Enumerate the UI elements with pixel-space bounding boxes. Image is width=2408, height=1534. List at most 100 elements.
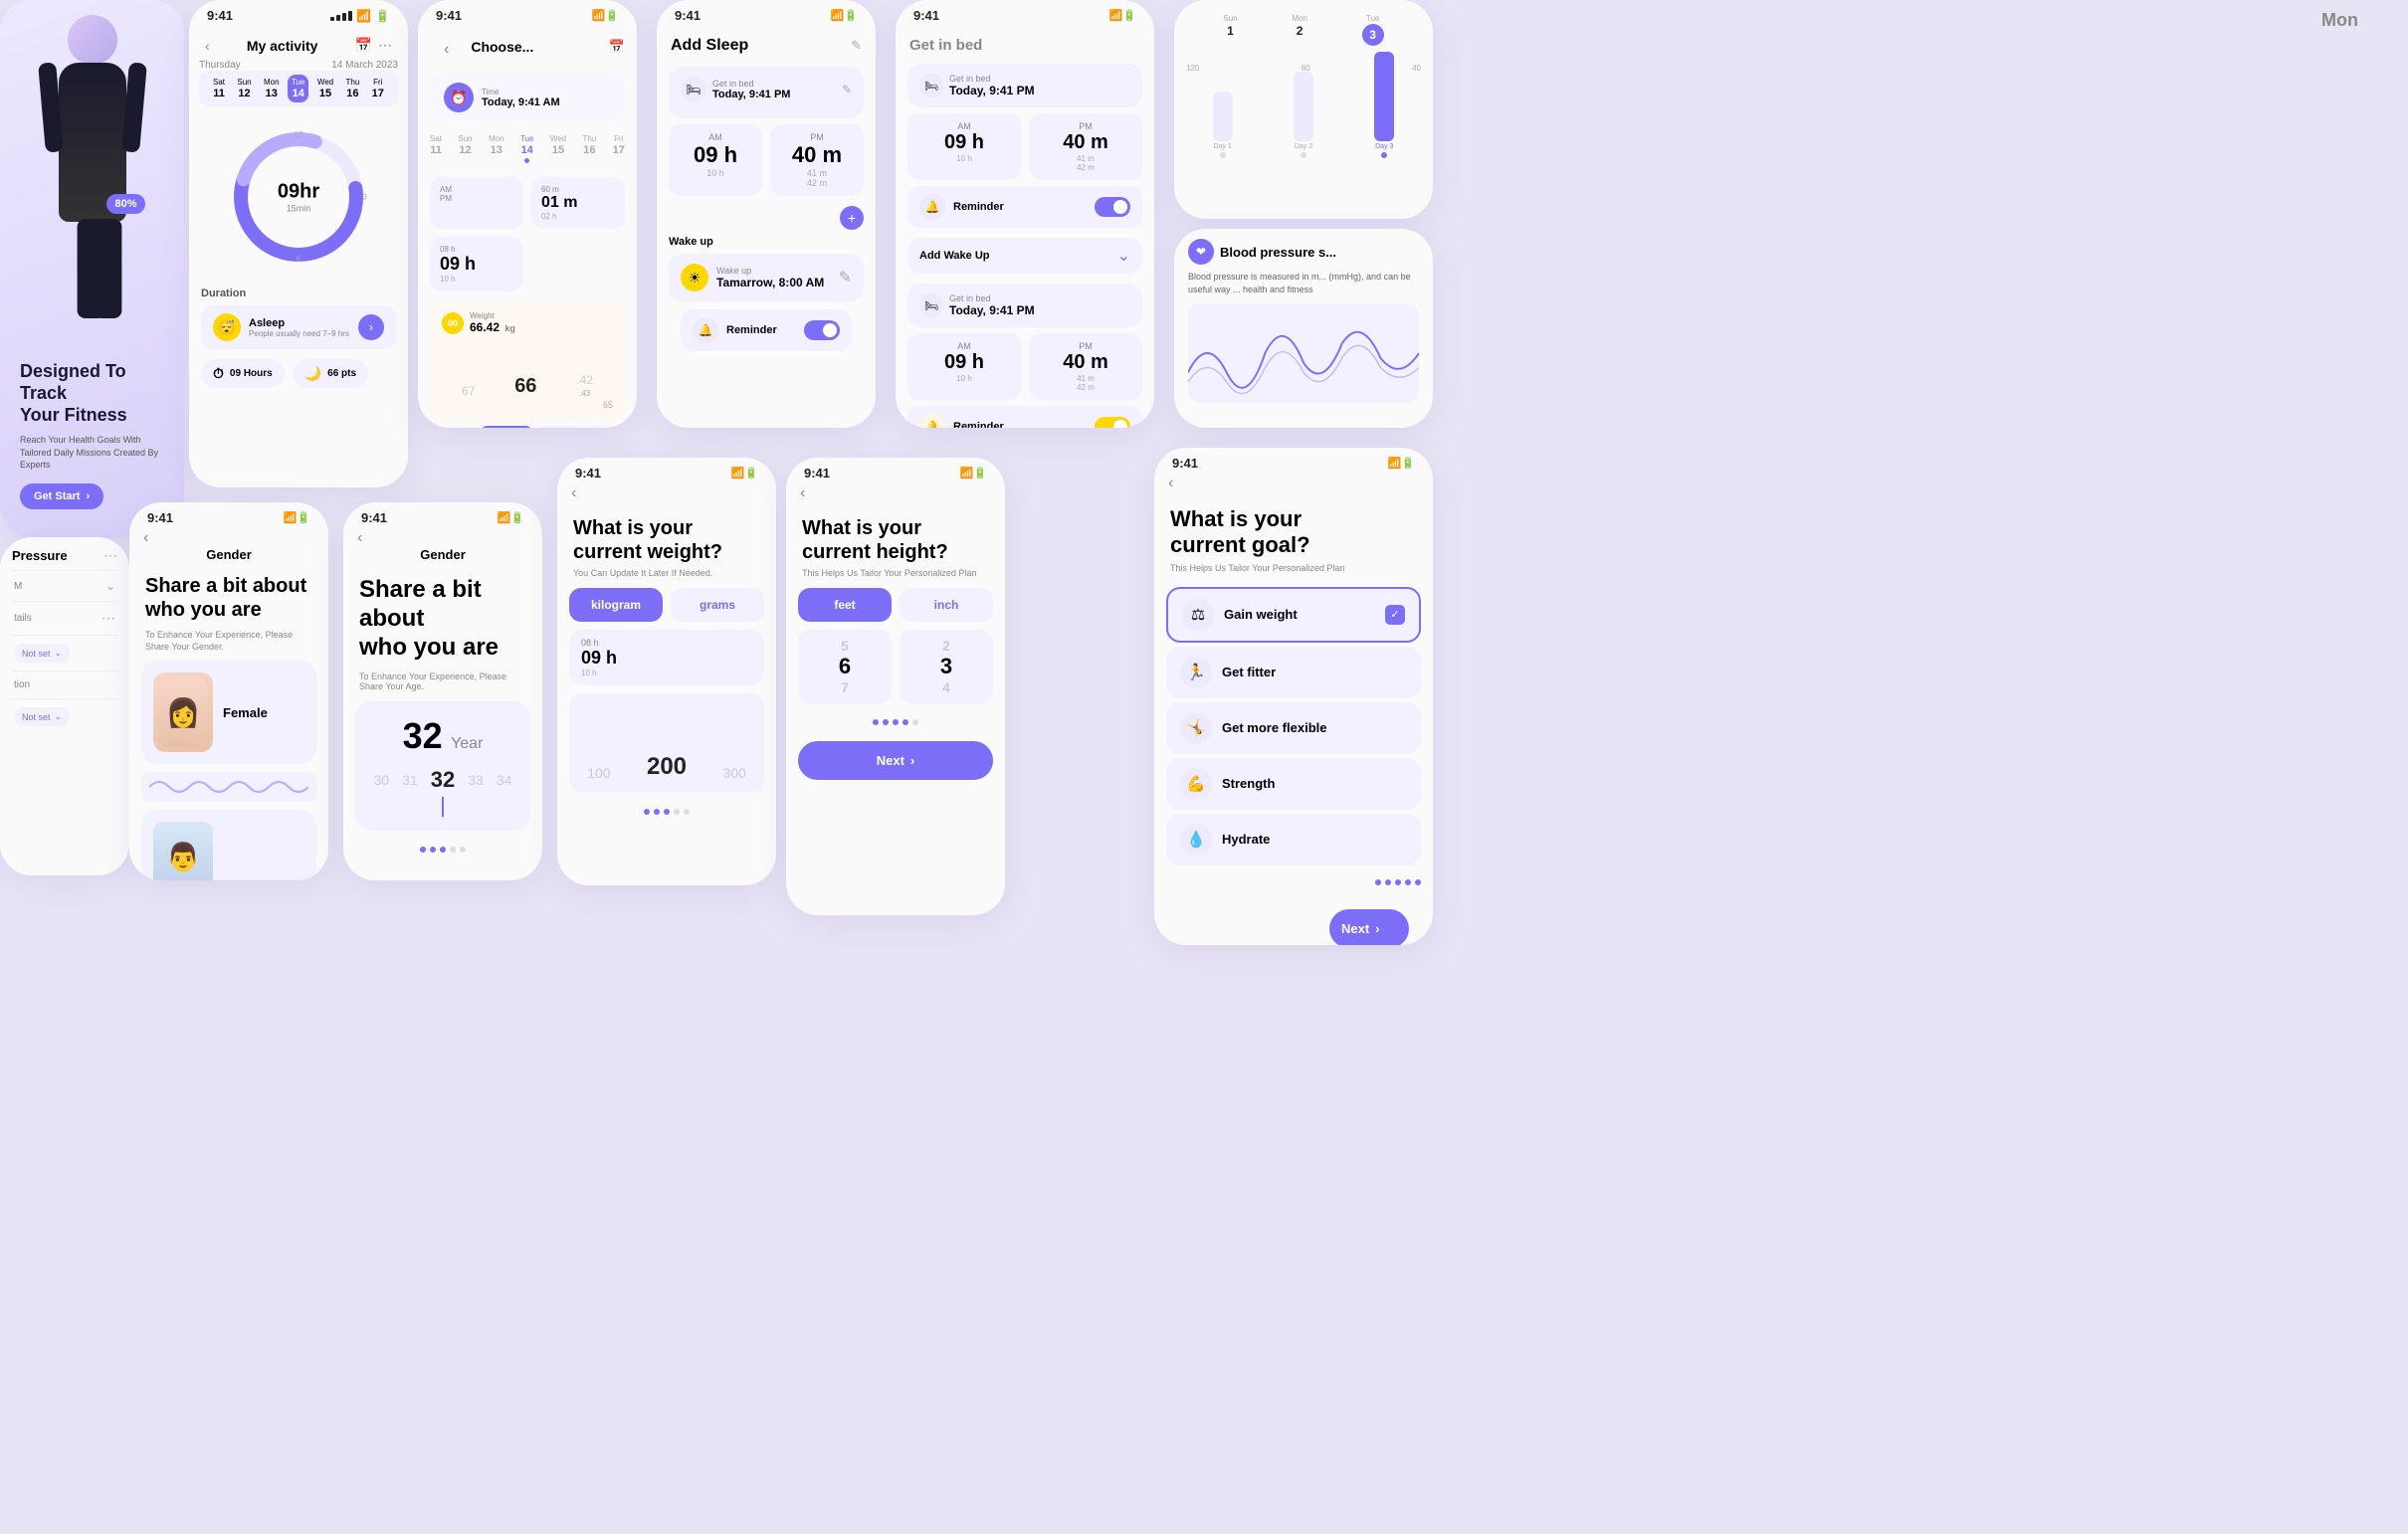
ds-sat[interactable]: Sat11: [430, 134, 442, 163]
edit-icon-4[interactable]: ✎: [851, 38, 862, 54]
grams-button[interactable]: grams: [671, 588, 764, 622]
age-dots: [343, 841, 542, 859]
status-bar-10: 9:41 📶🔋: [557, 458, 776, 484]
bp-body: Blood pressure is measured in m... (mmHg…: [1174, 271, 1433, 403]
wsa-200-active[interactable]: 200: [647, 753, 687, 783]
reminder-toggle-5b[interactable]: [1095, 417, 1130, 428]
male-card[interactable]: 👨: [141, 810, 316, 880]
pressure-menu[interactable]: ⋯: [103, 547, 117, 564]
rem-bed-icon: 🛏: [919, 74, 943, 97]
stone-btn[interactable]: stone: [587, 426, 625, 428]
rem-bed-icon-2: 🛏: [919, 293, 943, 317]
asleep-arrow-button[interactable]: ›: [358, 314, 384, 340]
back-button-12[interactable]: ‹: [1154, 465, 1187, 495]
weight-section: 00 Weight 66.42 kg 67 66 .42.43 65: [430, 303, 625, 420]
plus-button-4[interactable]: +: [840, 206, 864, 230]
ds-mon[interactable]: Mon13: [489, 134, 504, 163]
calendar-icon[interactable]: 📅: [355, 37, 372, 54]
day-thu[interactable]: Thu16: [342, 75, 364, 102]
day-sat[interactable]: Sat11: [209, 75, 229, 102]
wd-tue-active[interactable]: Tue3: [1362, 14, 1384, 46]
bed-edit-icon[interactable]: ✎: [842, 83, 852, 96]
week-day-row[interactable]: Sun1 Mon2 Tue3: [1188, 10, 1419, 50]
status-bar-5: 9:41 📶🔋: [896, 0, 1154, 27]
weight-scroll-area[interactable]: 100 200 300: [569, 693, 764, 793]
day-mon[interactable]: Mon13: [260, 75, 284, 102]
sleep-time-card: 9:41 📶🔋 ‹ Choose... 📅 ⏰ Time Today, 9:41…: [418, 0, 637, 428]
inch-button[interactable]: inch: [900, 588, 993, 622]
calendar-icon-3[interactable]: 📅: [609, 39, 625, 55]
age-30[interactable]: 30: [374, 772, 390, 788]
wp-67[interactable]: 67: [462, 384, 475, 398]
goals-next-button[interactable]: Next ›: [1329, 909, 1409, 945]
rem-time-grid-2: AM 09 h 10 h PM 40 m 41 m 42 m: [896, 333, 1154, 400]
day-wed[interactable]: Wed15: [313, 75, 337, 102]
reminder-toggle-4[interactable]: [804, 320, 840, 340]
not-set-btn-2[interactable]: Not set ⌄: [14, 707, 70, 726]
pressure-card: Pressure ⋯ M ⌄ tails ⋯ Not set ⌄ tion No…: [0, 537, 129, 875]
wsa-nums-row[interactable]: 100 200 300: [569, 703, 764, 783]
day-tue-active[interactable]: Tue14: [288, 75, 309, 102]
age-34[interactable]: 34: [497, 772, 512, 788]
wd-mon[interactable]: Mon2: [1292, 14, 1307, 46]
ds-wed[interactable]: Wed15: [550, 134, 566, 163]
chevron-am[interactable]: ⌄: [105, 579, 115, 593]
goal-flexible[interactable]: 🤸 Get more flexible: [1166, 702, 1421, 754]
ds-sun[interactable]: Sun12: [458, 134, 472, 163]
chevron-down-add-wake[interactable]: ⌄: [1117, 246, 1130, 266]
height-scroll-row[interactable]: 5 6 7 2 3 4: [786, 630, 1005, 703]
age-picker-area[interactable]: 32 Year 30 31 32 33 34: [355, 701, 530, 831]
wp-66-active[interactable]: 66: [514, 375, 536, 398]
weight-picker[interactable]: 67 66 .42.43: [442, 338, 613, 398]
hsr-feet[interactable]: 5 6 7: [798, 630, 892, 703]
age-32-active[interactable]: 32: [431, 767, 455, 793]
weight-units-row[interactable]: kilograms pounds stone: [430, 426, 625, 428]
age-33[interactable]: 33: [468, 772, 484, 788]
wsa-300[interactable]: 300: [722, 765, 745, 783]
female-card[interactable]: 👩 Female: [141, 661, 316, 764]
goal-strength[interactable]: 💪 Strength: [1166, 758, 1421, 810]
day-fri[interactable]: Fri17: [368, 75, 388, 102]
activity-title: My activity: [247, 38, 318, 54]
next-button-11[interactable]: Next ›: [798, 741, 993, 780]
back-button-10[interactable]: ‹: [557, 475, 590, 505]
duration-section: Duration 😴 Asleep People usually need 7–…: [189, 288, 408, 349]
age-31[interactable]: 31: [402, 772, 418, 788]
moon-icon: 🌙: [304, 365, 321, 382]
wd-sun[interactable]: Sun1: [1223, 14, 1237, 46]
ds-fri[interactable]: Fri17: [613, 134, 625, 163]
reminder-toggle-5[interactable]: [1095, 197, 1130, 217]
day-sun[interactable]: Sun12: [233, 75, 255, 102]
pressure-header: Pressure ⋯: [0, 537, 129, 568]
back-button-9[interactable]: ‹: [343, 519, 376, 550]
day-scroll-3[interactable]: Sat11 Sun12 Mon13 Tue14 Wed15 Thu16 Fri1…: [418, 130, 637, 167]
ds-thu[interactable]: Thu16: [583, 134, 597, 163]
age-scroll-row[interactable]: 30 31 32 33 34: [367, 767, 518, 793]
wsa-100[interactable]: 100: [587, 765, 610, 783]
back-button-11[interactable]: ‹: [786, 475, 819, 505]
pounds-btn[interactable]: pounds: [537, 426, 583, 428]
bar-1: [1213, 92, 1233, 141]
kg-button[interactable]: kilogram: [569, 588, 663, 622]
asleep-icon: 😴: [213, 313, 241, 341]
day-selector[interactable]: Sat11 Sun12 Mon13 Tue14 Wed15 Thu16 Fri1…: [199, 71, 398, 106]
back-button-8[interactable]: ‹: [129, 519, 162, 550]
back-button-3[interactable]: ‹: [430, 31, 463, 63]
asleep-card[interactable]: 😴 Asleep People usually need 7–9 hrs ›: [201, 305, 396, 349]
goal-gain-weight[interactable]: ⚖ Gain weight ✓: [1166, 587, 1421, 643]
goal-hydrate[interactable]: 💧 Hydrate: [1166, 814, 1421, 865]
arrow-icon: ›: [86, 490, 90, 502]
hsr-inch[interactable]: 2 3 4: [900, 630, 993, 703]
kilograms-btn[interactable]: kilograms: [480, 426, 534, 428]
feet-button[interactable]: feet: [798, 588, 892, 622]
menu-icon[interactable]: ⋯: [378, 37, 392, 54]
goal-get-fitter[interactable]: 🏃 Get fitter: [1166, 647, 1421, 698]
wp-42[interactable]: .42.43: [576, 373, 593, 398]
get-started-button[interactable]: Get Start ›: [20, 483, 103, 509]
wake-edit-icon[interactable]: ✎: [839, 268, 852, 288]
back-icon[interactable]: ‹: [205, 38, 210, 54]
ds-tue[interactable]: Tue14: [520, 134, 534, 163]
not-set-btn-1[interactable]: Not set ⌄: [14, 644, 70, 663]
get-fitter-icon: 🏃: [1180, 657, 1212, 688]
details-menu[interactable]: ⋯: [101, 610, 115, 627]
